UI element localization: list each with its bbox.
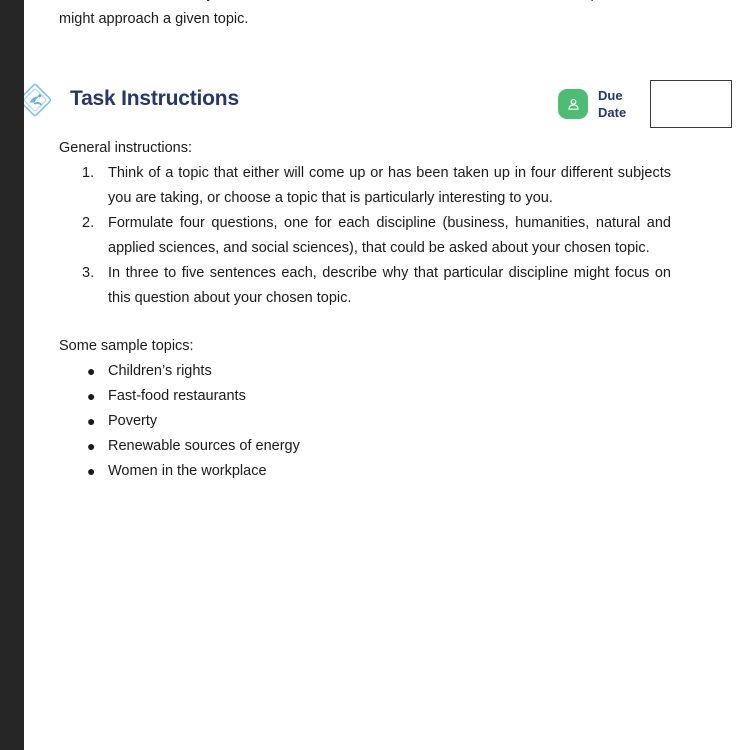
- list-item: ● Children’s rights: [59, 359, 671, 384]
- list-item-text: Fast-food restaurants: [108, 388, 246, 404]
- intro-line-second: might approach a given topic.: [59, 11, 249, 27]
- list-item: 2. Formulate four questions, one for eac…: [59, 211, 671, 261]
- intro-line-clipped: At the end of the activity, the learners…: [59, 0, 671, 7]
- due-date-label-line-2: Date: [598, 105, 627, 120]
- section-title-group: Task Instructions: [18, 82, 239, 117]
- page-title: Task Instructions: [70, 87, 239, 110]
- list-item: ● Renewable sources of energy: [59, 434, 671, 459]
- list-marker: 3.: [82, 265, 95, 281]
- list-item-text: In three to five sentences each, describ…: [108, 265, 671, 306]
- bullet-icon: ●: [87, 388, 96, 404]
- bullet-icon: ●: [87, 463, 96, 479]
- list-marker: 1.: [82, 165, 95, 181]
- list-item-text: Think of a topic that either will come u…: [108, 165, 671, 206]
- due-date-label-line-1: Due: [598, 88, 623, 103]
- list-item-text: Children’s rights: [108, 363, 212, 379]
- list-item-text: Renewable sources of energy: [108, 438, 300, 454]
- list-item-text: Poverty: [108, 413, 158, 429]
- bullet-icon: ●: [87, 438, 96, 454]
- due-date-input-box[interactable]: [650, 80, 732, 128]
- list-item: 1. Think of a topic that either will com…: [59, 161, 671, 211]
- due-date-label: Due Date: [598, 87, 640, 121]
- list-item-text: Women in the workplace: [108, 463, 267, 479]
- list-item: ● Poverty: [59, 409, 671, 434]
- due-date-group: Due Date: [558, 80, 732, 128]
- intro-paragraph: At the end of the activity, the learners…: [59, 0, 671, 32]
- left-sidebar-rail: [0, 0, 24, 750]
- bullet-icon: ●: [87, 363, 96, 379]
- person-icon: [558, 89, 588, 119]
- task-instructions-body: General instructions: 1. Think of a topi…: [59, 136, 671, 484]
- list-item: ● Women in the workplace: [59, 459, 671, 484]
- list-item: ● Fast-food restaurants: [59, 384, 671, 409]
- document-page: At the end of the activity, the learners…: [0, 0, 750, 750]
- section-header: Task Instructions Due Date: [18, 80, 732, 128]
- bullet-icon: ●: [87, 413, 96, 429]
- list-item-text: Formulate four questions, one for each d…: [108, 215, 671, 256]
- sample-topics-list: ● Children’s rights ● Fast-food restaura…: [59, 359, 671, 484]
- list-marker: 2.: [82, 215, 95, 231]
- sample-topics-lead: Some sample topics:: [59, 338, 194, 354]
- list-item: 3. In three to five sentences each, desc…: [59, 261, 671, 311]
- numbered-instruction-list: 1. Think of a topic that either will com…: [59, 161, 671, 311]
- general-instructions-lead: General instructions:: [59, 140, 192, 156]
